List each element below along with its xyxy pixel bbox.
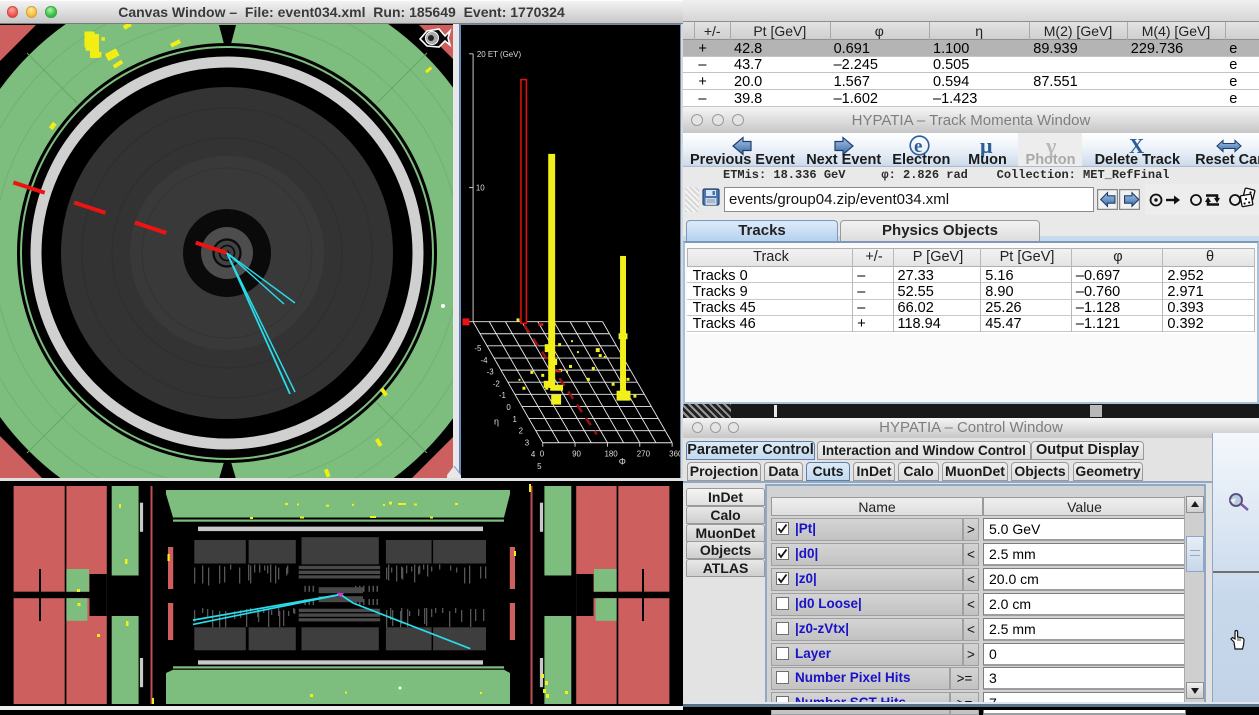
svg-text:0: 0 [540, 450, 545, 459]
svg-text:1: 1 [513, 415, 518, 424]
svg-text:0: 0 [506, 403, 511, 412]
svg-text:2: 2 [519, 427, 523, 436]
svg-text:3: 3 [525, 438, 530, 447]
svg-text:4: 4 [531, 450, 536, 459]
svg-text:-4: -4 [480, 356, 488, 365]
svg-text:90: 90 [572, 450, 581, 459]
svg-text:-3: -3 [487, 368, 495, 377]
svg-text:360: 360 [669, 450, 681, 459]
svg-text:10: 10 [476, 184, 485, 193]
svg-text:180: 180 [604, 450, 618, 459]
svg-text:Φ: Φ [619, 457, 626, 467]
svg-text:5: 5 [537, 462, 542, 471]
svg-text:-1: -1 [499, 391, 507, 400]
svg-text:η: η [494, 417, 499, 427]
svg-text:-5: -5 [474, 344, 482, 353]
svg-text:-2: -2 [493, 379, 500, 388]
svg-text:20 ET (GeV): 20 ET (GeV) [477, 50, 522, 59]
svg-text:270: 270 [637, 450, 651, 459]
